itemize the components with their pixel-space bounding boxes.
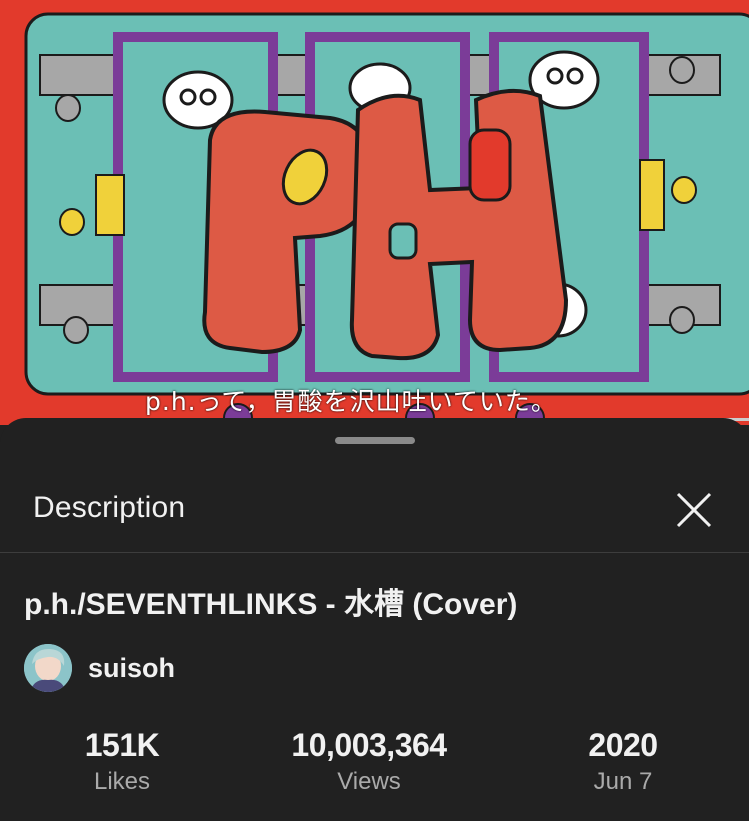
sheet-header: Description (0, 468, 749, 552)
channel-name[interactable]: suisoh (88, 649, 175, 687)
upload-date: Jun 7 (593, 768, 653, 795)
likes-label: Likes (93, 768, 151, 795)
ph-logo (202, 88, 569, 361)
video-thumbnail[interactable] (0, 0, 749, 425)
thumbnail-caption: p.h.って，胃酸を沢山吐いていた。 (145, 387, 557, 416)
likes-count: 151K (84, 727, 160, 763)
page: p.h.って，胃酸を沢山吐いていた。 Description p.h./SEVE… (0, 0, 749, 821)
date-stat: 2020 Jun 7 (503, 725, 743, 799)
sheet-title: Description (33, 491, 186, 524)
description-sheet: Description p.h./SEVENTHLINKS - 水槽 (Cove… (0, 418, 749, 821)
likes-stat: 151K Likes (2, 725, 242, 799)
channel-avatar[interactable] (24, 644, 72, 692)
channel-row[interactable]: suisoh (24, 644, 424, 694)
views-stat: 10,003,364 Views (249, 725, 489, 799)
upload-year: 2020 (588, 727, 658, 763)
video-player[interactable]: p.h.って，胃酸を沢山吐いていた。 (0, 0, 749, 425)
header-divider (0, 552, 749, 553)
views-count: 10,003,364 (291, 727, 447, 763)
close-icon (676, 492, 712, 528)
views-label: Views (337, 768, 401, 795)
video-title: p.h./SEVENTHLINKS - 水槽 (Cover) (24, 588, 518, 621)
drag-handle[interactable] (335, 437, 415, 444)
close-button[interactable] (668, 484, 720, 536)
